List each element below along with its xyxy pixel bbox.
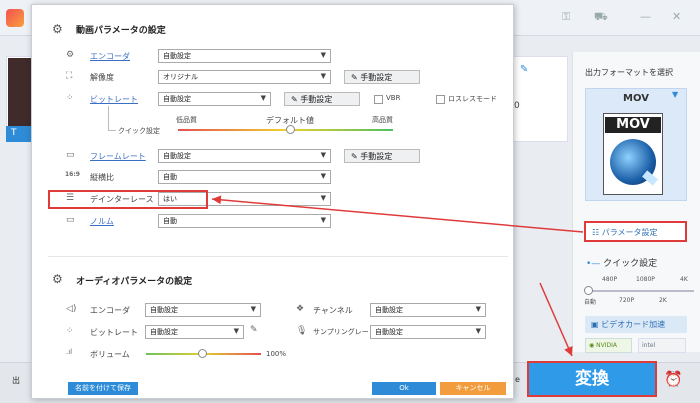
arrow-to-convert (539, 282, 573, 357)
annotation-arrows (211, 195, 584, 357)
arrow-to-deinterlace (211, 195, 584, 233)
